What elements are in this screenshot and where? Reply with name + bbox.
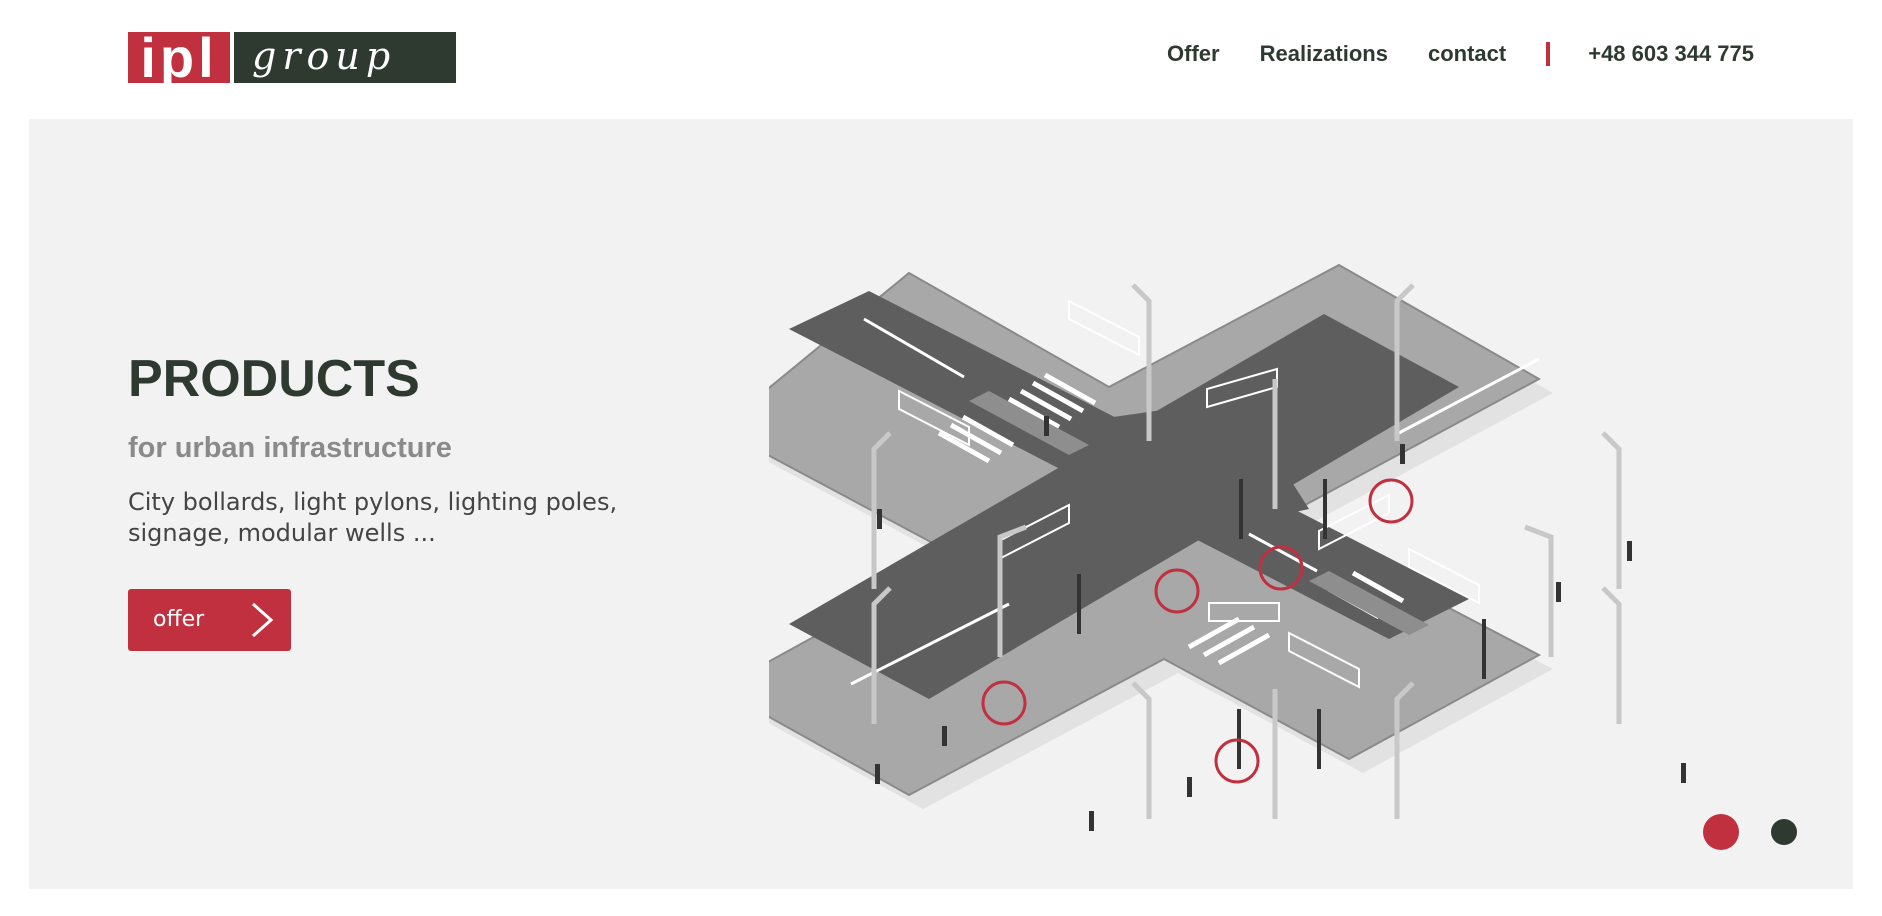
offer-button[interactable]: offer [128, 589, 291, 651]
logo[interactable]: ipl group [128, 32, 456, 83]
hero-title: PRODUCTS [128, 350, 420, 408]
main-nav: Offer Realizations contact +48 603 344 7… [1167, 42, 1754, 66]
slider-dots [1703, 814, 1797, 850]
hero-banner: PRODUCTS for urban infrastructure City b… [29, 119, 1853, 889]
offer-button-label: offer [153, 607, 205, 632]
hero-description: City bollards, light pylons, lighting po… [128, 488, 618, 547]
nav-item-offer[interactable]: Offer [1167, 43, 1220, 65]
slide-dot-2[interactable] [1771, 819, 1797, 845]
nav-separator [1546, 42, 1551, 66]
nav-item-realizations[interactable]: Realizations [1260, 43, 1388, 65]
chevron-right-icon [252, 602, 274, 638]
phone-link[interactable]: +48 603 344 775 [1588, 43, 1754, 65]
hero-subtitle: for urban infrastructure [128, 432, 452, 464]
intersection-illustration [769, 263, 1686, 831]
slide-dot-1[interactable] [1703, 814, 1739, 850]
nav-item-contact[interactable]: contact [1428, 43, 1506, 65]
logo-ipl: ipl [128, 32, 230, 83]
logo-group: group [234, 32, 456, 83]
